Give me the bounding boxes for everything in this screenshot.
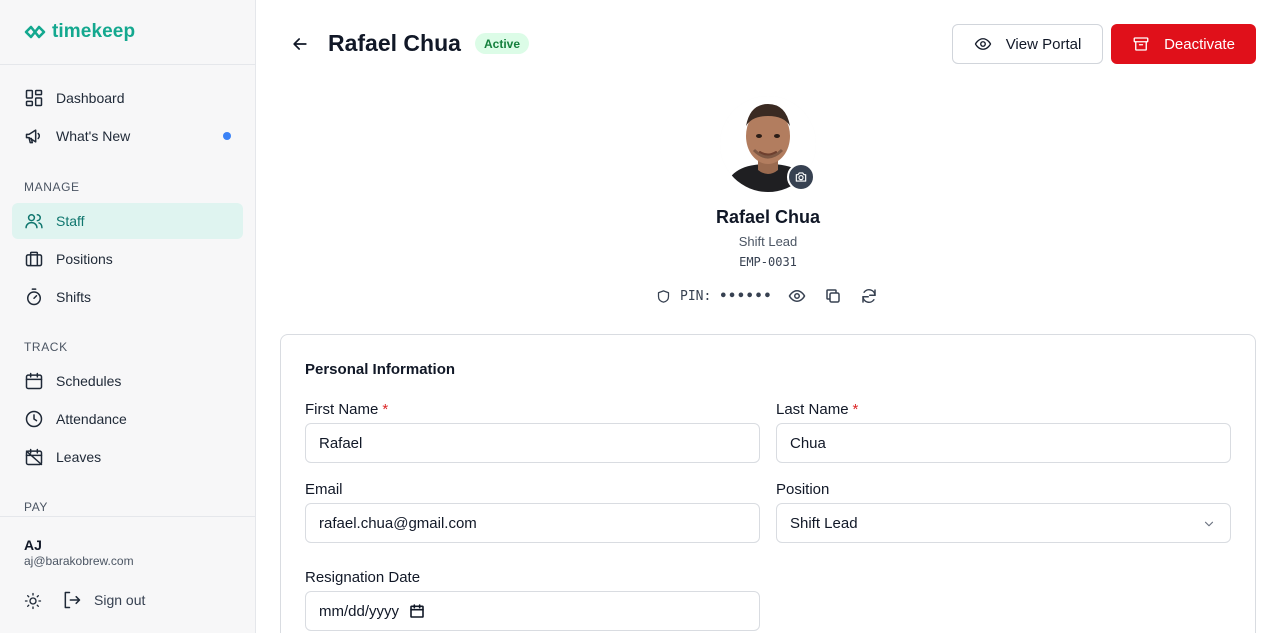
eye-icon [974,38,991,50]
notification-dot [223,132,231,140]
profile-role: Shift Lead [738,234,798,249]
sidebar-item-label: Shifts [56,289,92,305]
sidebar-item-positions[interactable]: Positions [12,241,243,277]
section-label-manage: MANAGE [24,180,80,194]
sidebar-item-shifts[interactable]: Shifts [12,279,243,315]
divider [0,64,255,65]
sun-icon[interactable] [24,592,42,610]
users-icon [25,214,43,229]
change-photo-button[interactable] [787,163,815,191]
resignation-date-label: Resignation Date [305,569,421,586]
section-label-track: TRACK [24,340,68,354]
first-name-field[interactable]: Rafael [305,423,760,463]
last-name-value: Chua [790,434,826,452]
pin-value: •••••• [719,288,773,304]
sidebar-item-label: Leaves [56,449,102,465]
shield-icon [657,289,670,303]
deactivate-label: Deactivate [1164,35,1235,53]
email-label: Email [305,481,343,498]
sidebar-item-dashboard[interactable]: Dashboard [12,80,243,116]
briefcase-icon [25,251,43,267]
first-name-label: First Name * [305,401,388,418]
pin-row: PIN: •••••• [656,287,896,305]
copy-icon[interactable] [824,287,842,305]
refresh-icon[interactable] [860,287,878,305]
position-label: Position [776,481,830,498]
email-value: rafael.chua@gmail.com [319,514,477,532]
megaphone-icon [25,129,41,144]
divider [0,516,255,517]
sidebar-item-whats-new[interactable]: What's New [12,118,243,154]
user-email: aj@barakobrew.com [24,554,134,568]
sidebar-item-attendance[interactable]: Attendance [12,401,243,437]
logout-icon [64,591,81,609]
chevron-down-icon [1204,521,1214,527]
view-portal-label: View Portal [1005,35,1082,53]
app-name: timekeep [52,21,136,42]
deactivate-button[interactable]: Deactivate [1111,24,1256,64]
clock-icon [25,410,43,428]
position-value: Shift Lead [790,514,858,532]
last-name-field[interactable]: Chua [776,423,1231,463]
eye-icon[interactable] [788,287,806,305]
page-title: Rafael Chua [328,30,461,56]
resignation-date-field[interactable]: mm/dd/yyyy [305,591,760,631]
profile-name: Rafael Chua [715,207,821,227]
view-portal-button[interactable]: View Portal [952,24,1103,64]
sidebar-item-label: Staff [56,213,85,229]
sidebar: timekeep Dashboard What's New MANAGE Sta… [0,0,256,633]
calendar-icon [25,372,43,390]
signout-label: Sign out [94,592,146,608]
calendar-off-icon [25,448,43,466]
sidebar-item-leaves[interactable]: Leaves [12,439,243,475]
sidebar-item-staff[interactable]: Staff [12,203,243,239]
sidebar-item-label: Attendance [56,411,127,427]
grid-icon [25,89,43,107]
card-title: Personal Information [305,361,456,378]
sidebar-item-label: Positions [56,251,113,267]
sidebar-item-label: Schedules [56,373,122,389]
status-badge: Active [475,33,530,54]
sidebar-item-label: Dashboard [56,90,125,106]
first-name-label-text: First Name [305,401,379,418]
employee-id: EMP-0031 [739,255,797,269]
pin-label: PIN: [680,288,712,304]
required-marker: * [852,401,859,418]
required-marker: * [382,401,389,418]
first-name-value: Rafael [319,434,363,452]
calendar-icon[interactable] [409,603,425,619]
user-initials: AJ [24,537,42,553]
archive-icon [1133,37,1149,51]
section-label-pay: PAY [24,500,49,514]
sidebar-item-label: What's New [56,128,131,144]
sidebar-item-schedules[interactable]: Schedules [12,363,243,399]
logo-icon [24,25,46,39]
signout-button[interactable]: Sign out [62,590,145,610]
personal-info-card [280,334,1256,633]
timer-icon [27,288,41,306]
last-name-label: Last Name * [776,401,858,418]
arrow-left-icon[interactable] [290,34,310,54]
app-logo[interactable]: timekeep [24,20,135,44]
camera-icon [795,172,807,182]
email-field[interactable]: rafael.chua@gmail.com [305,503,760,543]
last-name-label-text: Last Name [776,401,849,418]
resignation-date-placeholder: mm/dd/yyyy [319,602,400,620]
position-select[interactable]: Shift Lead [776,503,1231,543]
